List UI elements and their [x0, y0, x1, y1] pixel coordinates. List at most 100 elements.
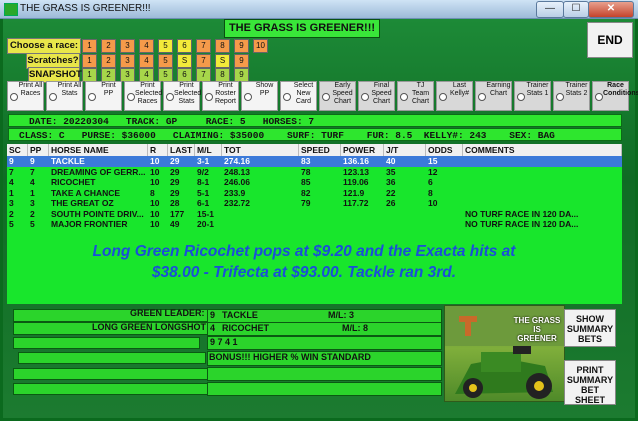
option-tj-team-chart[interactable]: TJ Team Chart: [397, 81, 434, 111]
scratch-number-button-4[interactable]: 4: [139, 54, 154, 68]
app-icon: [4, 3, 18, 16]
table-cell-power: 117.72: [343, 198, 369, 208]
scratch-number-button-9[interactable]: 9: [234, 54, 249, 68]
table-cell-tot: 232.72: [224, 198, 250, 208]
snapshot-number-button-3[interactable]: 3: [120, 68, 135, 82]
mower-logo-image: THE GRASS IS GREENER: [444, 305, 565, 402]
scratch-number-button-3[interactable]: 3: [120, 54, 135, 68]
option-label: Print Selected Stats: [174, 82, 202, 105]
logo-text: THE GRASS IS GREENER: [513, 316, 561, 343]
option-print-all-races[interactable]: Print All Races: [7, 81, 44, 111]
snapshot-number-button-2[interactable]: 2: [101, 68, 116, 82]
race-number-button-2[interactable]: 2: [101, 39, 116, 53]
table-cell-speed: 79: [301, 198, 311, 208]
scratch-number-button-2[interactable]: 2: [101, 54, 116, 68]
option-label: Trainer Stats 2: [565, 82, 588, 97]
table-cell-r: 10: [150, 219, 160, 229]
radio-icon: [166, 93, 174, 101]
scratch-number-button-5[interactable]: 5: [158, 54, 173, 68]
option-label: Print All Stats: [57, 82, 82, 97]
radio-icon: [283, 93, 291, 101]
window-titlebar: THE GRASS IS GREENER!!! — ☐ ✕: [0, 0, 638, 19]
race-number-button-4[interactable]: 4: [139, 39, 154, 53]
race-number-button-3[interactable]: 3: [120, 39, 135, 53]
radio-icon: [556, 93, 564, 101]
scratch-number-button-7[interactable]: 7: [196, 54, 211, 68]
race-info-line-1: DATE: 20220304 TRACK: GP RACE: 5 HORSES:…: [8, 114, 622, 127]
option-label: Select New Card: [293, 82, 314, 105]
end-button[interactable]: END: [587, 22, 633, 58]
radio-icon: [205, 93, 213, 101]
radio-icon: [244, 93, 252, 101]
race-number-button-1[interactable]: 1: [82, 39, 97, 53]
radio-icon: [49, 93, 57, 101]
radio-icon: [478, 93, 486, 101]
blank-bar-3: [13, 368, 208, 380]
show-summary-bets-button[interactable]: SHOW SUMMARY BETS: [564, 309, 616, 347]
option-label: Print All Races: [18, 82, 43, 97]
snapshot-number-button-5[interactable]: 5: [158, 68, 173, 82]
option-earning-chart[interactable]: Earning Chart: [475, 81, 512, 111]
radio-icon: [322, 93, 330, 101]
snapshot-number-button-7[interactable]: 7: [196, 68, 211, 82]
race-number-button-10[interactable]: 10: [253, 39, 268, 53]
race-number-button-6[interactable]: 6: [177, 39, 192, 53]
scratch-number-button-1[interactable]: 1: [82, 54, 97, 68]
snapshot-number-button-8[interactable]: 8: [215, 68, 230, 82]
option-print-selected-races[interactable]: Print Selected Races: [124, 81, 162, 111]
leader-ml: M/L: 3: [328, 310, 354, 320]
scratch-number-button-8[interactable]: S: [215, 54, 230, 68]
option-trainer-stats-1[interactable]: Trainer Stats 1: [514, 81, 551, 111]
table-cell-horse-name: MAJOR FRONTIER: [51, 219, 128, 229]
snapshot-number-button-9[interactable]: 9: [234, 68, 249, 82]
table-cell-odds: 10: [428, 198, 438, 208]
option-final-speed-chart[interactable]: Final Speed Chart: [358, 81, 395, 111]
blank-bar-1: [13, 337, 200, 349]
race-number-button-8[interactable]: 8: [215, 39, 230, 53]
longshot-ml: M/L: 8: [342, 323, 368, 333]
option-last-kelly-[interactable]: Last Kelly#: [436, 81, 473, 111]
option-early-speed-chart[interactable]: Early Speed Chart: [319, 81, 356, 111]
option-label: Final Speed Chart: [371, 82, 392, 105]
snapshot-number-button-1[interactable]: 1: [82, 68, 97, 82]
snapshot-number-button-4[interactable]: 4: [139, 68, 154, 82]
option-print-pp[interactable]: Print PP: [85, 81, 122, 111]
option-show-pp[interactable]: Show PP: [241, 81, 278, 111]
option-label: Print Roster Report: [214, 82, 236, 105]
app-banner: THE GRASS IS GREENER!!!: [224, 19, 380, 38]
bonus-text: BONUS!!! HIGHER % WIN STANDARD: [209, 352, 371, 362]
close-button[interactable]: ✕: [588, 1, 634, 18]
print-summary-bet-sheet-button[interactable]: PRINT SUMMARY BET SHEET: [564, 360, 616, 405]
maximize-button[interactable]: ☐: [563, 1, 589, 18]
race-number-button-9[interactable]: 9: [234, 39, 249, 53]
longshot-name: RICOCHET: [222, 323, 269, 333]
longshot-pp: 4: [210, 323, 216, 333]
table-cell-pp: 5: [30, 219, 35, 229]
table-row[interactable]: 5 5 MAJOR FRONTIER 10 49 20-1 NO TURF RACE IN …: [7, 219, 622, 230]
race-number-button-7[interactable]: 7: [196, 39, 211, 53]
table-cell-comments: NO TURF RACE IN 120 DA...: [465, 219, 579, 229]
picks-value: 9 7 4 1: [210, 337, 238, 347]
leader-name: TACKLE: [222, 310, 258, 320]
minimize-button[interactable]: —: [536, 1, 564, 18]
snapshot-number-button-6[interactable]: 6: [177, 68, 192, 82]
option-label: Trainer Stats 1: [526, 82, 549, 97]
race-number-button-5[interactable]: 5: [158, 39, 173, 53]
result-message: Long Green Ricochet pops at $9.20 and th…: [92, 243, 516, 281]
window-title: THE GRASS IS GREENER!!!: [20, 3, 151, 14]
table-cell-m-l: 20-1: [197, 219, 215, 229]
option-race-conditions[interactable]: Race Conditions: [592, 81, 638, 111]
column-header-comments[interactable]: COMMENTS: [463, 144, 622, 156]
option-trainer-stats-2[interactable]: Trainer Stats 2: [553, 81, 590, 111]
option-print-roster-report[interactable]: Print Roster Report: [202, 81, 239, 111]
option-label: Early Speed Chart: [332, 82, 353, 105]
blank-bar-4: [13, 383, 208, 395]
blank-box-1: [207, 367, 442, 381]
scratch-number-button-6[interactable]: S: [177, 54, 192, 68]
radio-icon: [361, 93, 369, 101]
option-select-new-card[interactable]: Select New Card: [280, 81, 317, 111]
table-cell-last: 49: [170, 219, 180, 229]
option-label: Show PP: [255, 82, 274, 97]
option-print-all-stats[interactable]: Print All Stats: [46, 81, 83, 111]
option-print-selected-stats[interactable]: Print Selected Stats: [163, 81, 202, 111]
